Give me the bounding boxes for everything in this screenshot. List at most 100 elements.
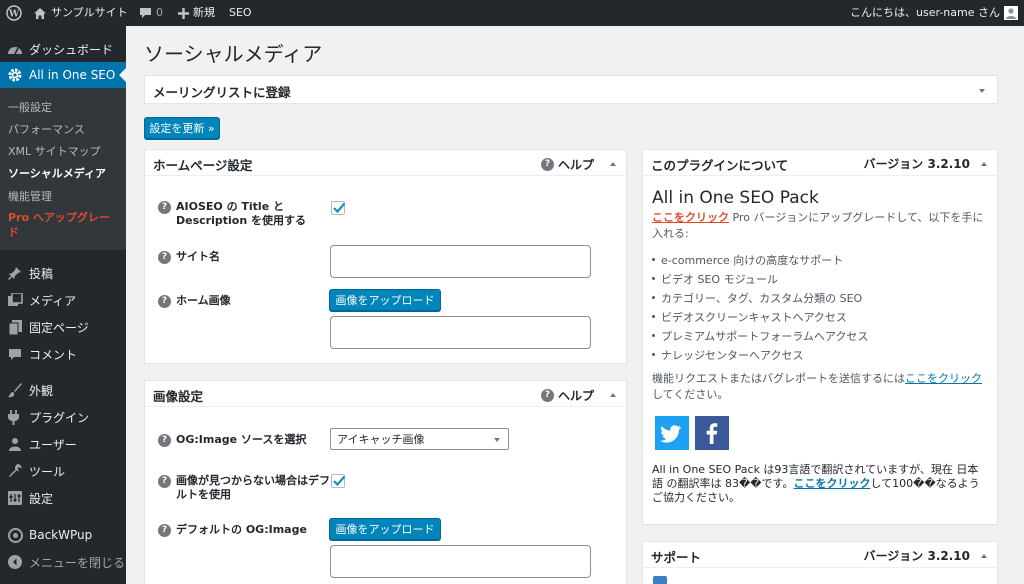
feature-item: ナレッジセンターへアクセス bbox=[652, 347, 803, 363]
plug-icon bbox=[7, 409, 23, 425]
menu-appearance[interactable]: 外観 bbox=[0, 377, 126, 403]
translation-link[interactable]: ここをクリック bbox=[793, 477, 870, 490]
homepage-settings-box: ホームページ設定 ? ヘルプ ? AIOSEO の Title と Descri… bbox=[144, 149, 627, 364]
dashboard-icon bbox=[7, 41, 23, 57]
menu-comments[interactable]: コメント bbox=[0, 341, 126, 367]
document-icon bbox=[653, 576, 667, 584]
submenu-social[interactable]: ソーシャルメディア bbox=[8, 165, 106, 181]
support-header: サポート バージョン 3.2.10 bbox=[643, 542, 997, 568]
update-settings-button[interactable]: 設定を更新 » bbox=[144, 117, 220, 139]
menu-plugins[interactable]: プラグイン bbox=[0, 404, 126, 430]
request-text: 機能リクエストまたはバグレポートを送信するには bbox=[652, 372, 905, 385]
menu-appearance-label: 外観 bbox=[29, 383, 54, 398]
twitter-icon[interactable] bbox=[655, 416, 689, 450]
help-icon[interactable]: ? bbox=[158, 251, 171, 264]
facebook-icon[interactable] bbox=[695, 416, 729, 450]
svg-text:W: W bbox=[8, 10, 20, 20]
menu-tools-label: ツール bbox=[29, 464, 66, 479]
og-source-select[interactable]: アイキャッチ画像 bbox=[330, 428, 509, 450]
upgrade-paragraph: ここをクリック Pro バージョンにアップグレードして、以下を手に入れる: bbox=[652, 210, 988, 242]
seo-menu-link[interactable]: SEO bbox=[229, 0, 252, 26]
feature-text: ナレッジセンターへアクセス bbox=[661, 349, 804, 362]
help-icon[interactable]: ? bbox=[158, 295, 171, 308]
help-icon[interactable]: ? bbox=[158, 434, 171, 447]
support-version: バージョン 3.2.10 bbox=[863, 549, 970, 563]
page-title: ソーシャルメディア bbox=[144, 42, 323, 66]
pages-icon bbox=[7, 319, 23, 335]
greeting-link[interactable]: こんにちは、user-name さん bbox=[850, 0, 1000, 26]
site-name-input[interactable] bbox=[330, 245, 591, 278]
comment-icon bbox=[140, 8, 151, 18]
home-icon bbox=[34, 7, 46, 19]
menu-aioseo-label: All in One SEO bbox=[29, 68, 116, 82]
comments-link[interactable]: 0 bbox=[139, 0, 163, 26]
help-icon[interactable]: ? bbox=[158, 524, 171, 537]
menu-backwpup[interactable]: BackWPup bbox=[0, 522, 126, 548]
help-toggle[interactable]: ? ヘルプ bbox=[540, 387, 594, 404]
menu-dashboard[interactable]: ダッシュボード bbox=[0, 36, 126, 62]
collapse-arrow-icon[interactable] bbox=[981, 162, 987, 166]
default-og-label: ? デフォルトの OG:Image bbox=[158, 523, 307, 537]
request-suffix: してください。 bbox=[652, 388, 729, 401]
submenu-features[interactable]: 機能管理 bbox=[8, 188, 52, 204]
use-title-checkbox[interactable] bbox=[331, 201, 346, 215]
comments-count: 0 bbox=[156, 6, 163, 19]
menu-aioseo[interactable]: All in One SEO bbox=[0, 62, 126, 88]
home-image-input[interactable] bbox=[330, 316, 591, 349]
avatar[interactable] bbox=[1004, 0, 1018, 26]
home-image-label-text: ホーム画像 bbox=[176, 294, 231, 307]
request-link[interactable]: ここをクリック bbox=[905, 372, 982, 385]
homepage-settings-title: ホームページ設定 bbox=[153, 158, 253, 173]
expand-arrow-icon[interactable] bbox=[979, 89, 985, 93]
upgrade-link[interactable]: ここをクリック bbox=[652, 211, 729, 224]
feature-item: プレミアムサポートフォーラムへアクセス bbox=[652, 328, 868, 344]
site-name-link[interactable]: サンプルサイト bbox=[33, 0, 128, 26]
new-content-link[interactable]: 新規 bbox=[178, 0, 215, 26]
user-avatar-icon bbox=[1004, 6, 1018, 20]
admin-bar: W サンプルサイト 0 新規 SEO こんにちは、user-name さん bbox=[0, 0, 1024, 26]
og-source-value: アイキャッチ画像 bbox=[337, 433, 425, 446]
menu-media-label: メディア bbox=[29, 293, 77, 308]
collapse-arrow-icon[interactable] bbox=[981, 554, 987, 558]
menu-posts[interactable]: 投稿 bbox=[0, 260, 126, 286]
menu-tools[interactable]: ツール bbox=[0, 458, 126, 484]
menu-media[interactable]: メディア bbox=[0, 287, 126, 313]
fallback-label: ? 画像が見つからない場合はデフォルトを使用 bbox=[158, 474, 348, 502]
submenu-performance[interactable]: パフォーマンス bbox=[8, 121, 85, 137]
wrench-icon bbox=[7, 463, 23, 479]
media-icon bbox=[7, 292, 23, 308]
submenu-pro-upgrade[interactable]: Pro へアップグレード bbox=[8, 210, 120, 240]
menu-settings[interactable]: 設定 bbox=[0, 485, 126, 511]
product-name: All in One SEO Pack bbox=[652, 188, 819, 208]
aioseo-submenu: 一般設定 パフォーマンス XML サイトマップ ソーシャルメディア 機能管理 P… bbox=[0, 88, 126, 250]
menu-plugins-label: プラグイン bbox=[29, 410, 90, 425]
home-image-label: ? ホーム画像 bbox=[158, 294, 231, 308]
help-toggle[interactable]: ? ヘルプ bbox=[540, 156, 594, 173]
menu-users[interactable]: ユーザー bbox=[0, 431, 126, 457]
help-label: ヘルプ bbox=[557, 158, 594, 172]
home-image-upload-button[interactable]: 画像をアップロード bbox=[329, 289, 441, 311]
collapse-menu[interactable]: メニューを閉じる bbox=[0, 549, 126, 575]
menu-pages[interactable]: 固定ページ bbox=[0, 314, 126, 340]
feature-text: カテゴリー、タグ、カスタム分類の SEO bbox=[661, 292, 863, 305]
wordpress-logo-icon[interactable]: W bbox=[6, 0, 22, 26]
default-og-input[interactable] bbox=[330, 545, 591, 578]
collapse-arrow-icon[interactable] bbox=[610, 393, 616, 397]
feature-text: ビデオ SEO モジュール bbox=[661, 273, 778, 286]
help-icon[interactable]: ? bbox=[158, 475, 171, 488]
fallback-label-text: 画像が見つからない場合はデフォルトを使用 bbox=[176, 474, 341, 501]
submenu-sitemap[interactable]: XML サイトマップ bbox=[8, 143, 101, 159]
mailing-list-box[interactable]: メーリングリストに登録 bbox=[144, 75, 998, 104]
submenu-general[interactable]: 一般設定 bbox=[8, 99, 52, 115]
og-source-label-text: OG:Image ソースを選択 bbox=[176, 433, 307, 446]
default-og-upload-button[interactable]: 画像をアップロード bbox=[329, 518, 441, 540]
about-version: バージョン 3.2.10 bbox=[863, 157, 970, 171]
settings-sliders-icon bbox=[7, 490, 23, 506]
help-icon[interactable]: ? bbox=[158, 201, 171, 214]
new-label: 新規 bbox=[193, 6, 215, 19]
checkmark-icon bbox=[333, 202, 346, 214]
fallback-checkbox[interactable] bbox=[331, 474, 346, 488]
seo-label: SEO bbox=[229, 6, 252, 19]
mailing-list-title: メーリングリストに登録 bbox=[153, 85, 291, 100]
collapse-arrow-icon[interactable] bbox=[610, 162, 616, 166]
